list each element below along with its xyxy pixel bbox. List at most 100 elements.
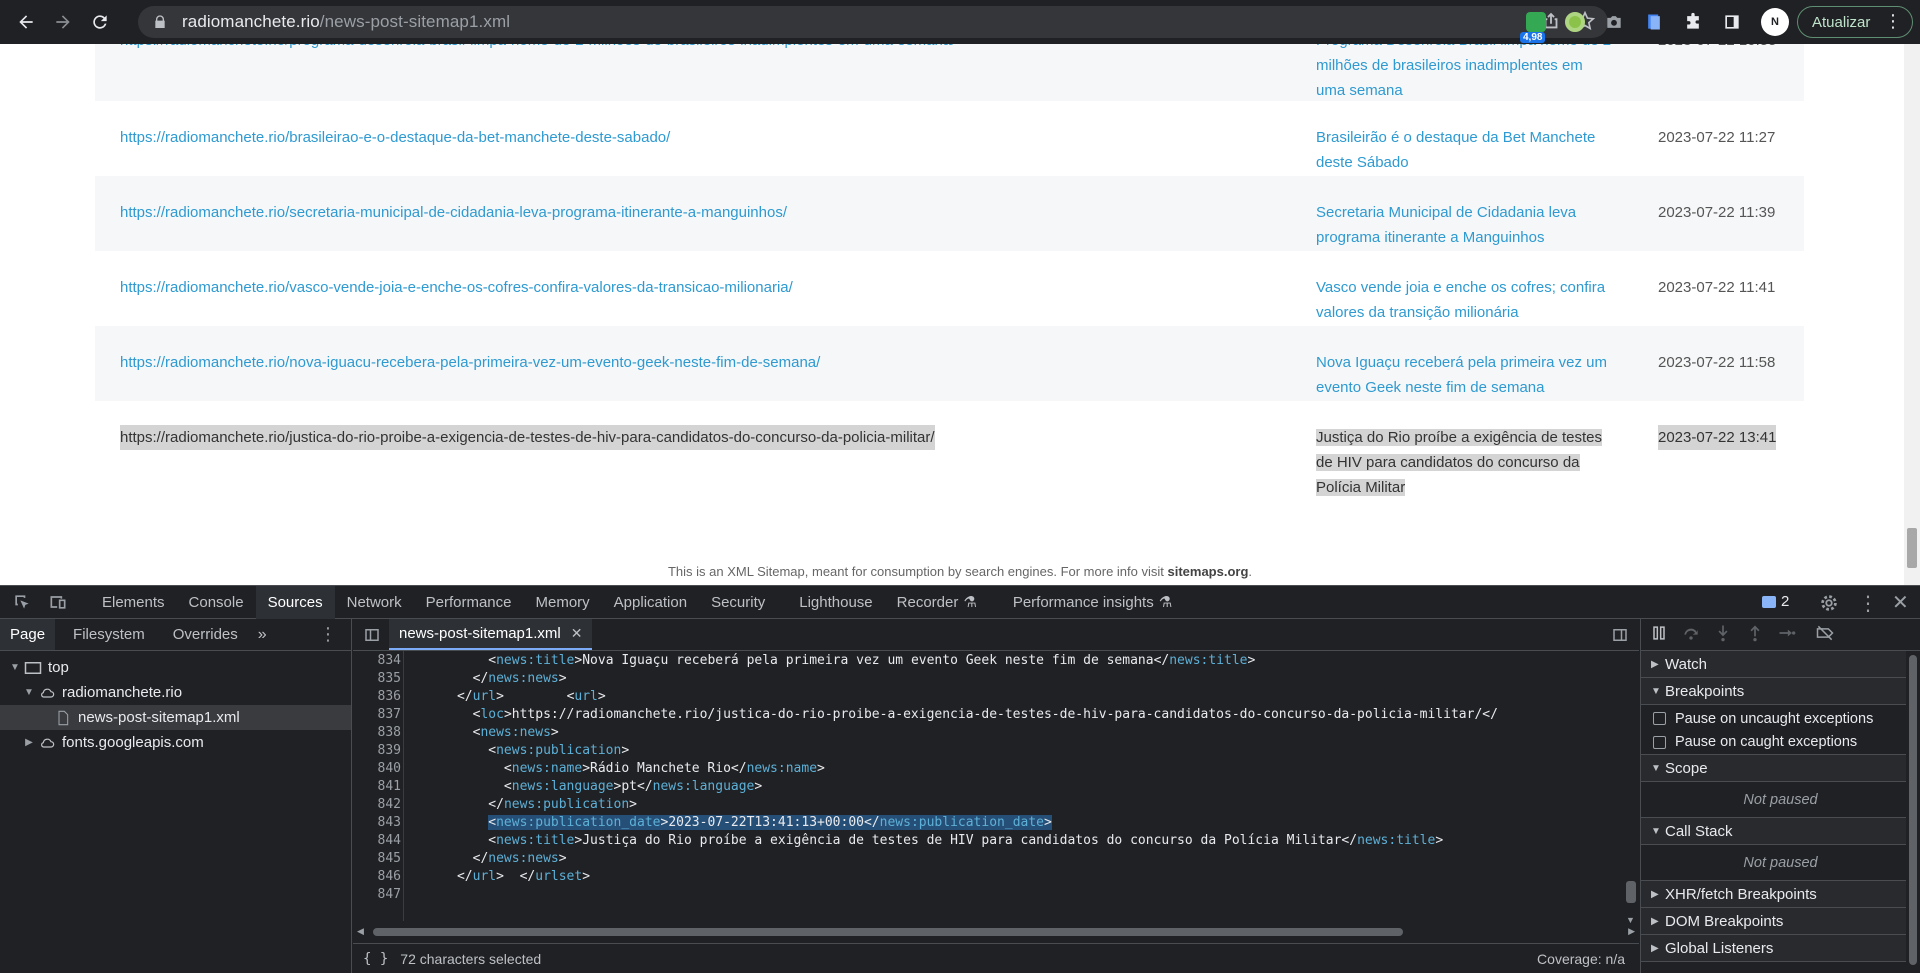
- line-number[interactable]: 845: [353, 850, 401, 868]
- watch-section[interactable]: ▶ Watch: [1641, 651, 1920, 678]
- forward-icon[interactable]: [47, 6, 79, 38]
- sitemap-loc-link[interactable]: https://radiomanchete.rio/secretaria-mun…: [120, 200, 787, 225]
- step-out-icon[interactable]: [1745, 623, 1765, 646]
- line-number[interactable]: 842: [353, 796, 401, 814]
- deactivate-breakpoints-icon[interactable]: [1815, 623, 1835, 646]
- sitemap-title-link[interactable]: Programa Desenrola Brasil limpa nome de …: [1316, 44, 1616, 103]
- scope-section[interactable]: ▼ Scope: [1641, 755, 1920, 782]
- line-number[interactable]: 843: [353, 814, 401, 832]
- tab-security[interactable]: Security: [699, 586, 777, 619]
- profile-avatar[interactable]: N: [1761, 8, 1789, 36]
- checkbox-icon[interactable]: [1653, 712, 1666, 725]
- more-tabs-chevron-icon[interactable]: »: [248, 619, 277, 650]
- pause-caught-checkbox[interactable]: Pause on caught exceptions: [1641, 730, 1920, 755]
- code-line[interactable]: 845 </news:news>: [353, 850, 1623, 868]
- pretty-print-icon[interactable]: { }: [363, 951, 388, 967]
- extension-green-circle-icon[interactable]: [1561, 8, 1589, 36]
- global-listeners-section[interactable]: ▶ Global Listeners: [1641, 935, 1920, 962]
- toggle-debugger-icon[interactable]: [1611, 626, 1629, 647]
- code-line[interactable]: 846 </url> </urlset>: [353, 868, 1623, 886]
- line-number[interactable]: 838: [353, 724, 401, 742]
- sitemap-title-link[interactable]: Nova Iguaçu receberá pela primeira vez u…: [1316, 350, 1616, 400]
- sitemap-title-link[interactable]: Brasileirão é o destaque da Bet Manchete…: [1316, 125, 1616, 175]
- step-over-icon[interactable]: [1681, 623, 1701, 646]
- sitemap-loc-link[interactable]: https://radiomanchete.rio/brasileirao-e-…: [120, 125, 670, 150]
- page-scroll-thumb[interactable]: [1907, 528, 1917, 568]
- dom-breakpoints-section[interactable]: ▶ DOM Breakpoints: [1641, 908, 1920, 935]
- close-devtools-icon[interactable]: ✕: [1892, 590, 1909, 615]
- editor-scroll-thumb[interactable]: [1626, 881, 1636, 903]
- update-browser-button[interactable]: Atualizar ⋮: [1797, 6, 1913, 38]
- editor-vertical-scrollbar[interactable]: ▼: [1623, 651, 1639, 925]
- toggle-navigator-icon[interactable]: [363, 626, 381, 647]
- address-bar[interactable]: radiomanchete.rio/news-post-sitemap1.xml: [138, 6, 1608, 38]
- line-number[interactable]: 847: [353, 886, 401, 904]
- code-line[interactable]: 841 <news:language>pt</news:language>: [353, 778, 1623, 796]
- close-tab-icon[interactable]: ✕: [571, 625, 583, 642]
- lock-icon[interactable]: [152, 14, 170, 30]
- editor-horizontal-scrollbar[interactable]: ◀ ▶: [353, 925, 1639, 939]
- tab-lighthouse[interactable]: Lighthouse: [787, 586, 884, 619]
- line-number[interactable]: 846: [353, 868, 401, 886]
- kebab-menu-icon[interactable]: ⋮: [1884, 12, 1902, 30]
- scroll-down-arrow-icon[interactable]: ▼: [1626, 915, 1635, 925]
- tab-page[interactable]: Page: [0, 619, 56, 650]
- page-scrollbar[interactable]: [1904, 44, 1920, 585]
- issues-badge[interactable]: 2: [1762, 593, 1789, 610]
- tree-item-top[interactable]: ▼ top: [0, 655, 351, 680]
- code-line[interactable]: 835 </news:news>: [353, 670, 1623, 688]
- code-line[interactable]: 842 </news:publication>: [353, 796, 1623, 814]
- line-number[interactable]: 844: [353, 832, 401, 850]
- code-line[interactable]: 838 <news:news>: [353, 724, 1623, 742]
- checkbox-icon[interactable]: [1653, 735, 1666, 749]
- code-line[interactable]: 839 <news:publication>: [353, 742, 1623, 760]
- tab-recorder[interactable]: Recorder ⚗: [885, 586, 989, 619]
- pause-uncaught-checkbox[interactable]: Pause on uncaught exceptions: [1641, 707, 1920, 730]
- code-view[interactable]: 834 <news:title>Nova Iguaçu receberá pel…: [353, 651, 1623, 921]
- open-file-tab[interactable]: news-post-sitemap1.xml ✕: [389, 619, 593, 650]
- expand-arrow-icon[interactable]: ▼: [22, 687, 36, 698]
- code-line[interactable]: 847: [353, 886, 1623, 904]
- tab-network[interactable]: Network: [335, 586, 414, 619]
- tab-sources[interactable]: Sources: [255, 585, 335, 619]
- tab-overrides[interactable]: Overrides: [163, 619, 248, 650]
- sitemaps-link[interactable]: sitemaps.org: [1167, 564, 1248, 579]
- pause-icon[interactable]: [1649, 623, 1669, 646]
- tab-filesystem[interactable]: Filesystem: [63, 619, 155, 650]
- tab-application[interactable]: Application: [602, 586, 699, 619]
- line-number[interactable]: 834: [353, 652, 401, 670]
- devtools-menu-icon[interactable]: ⋮: [1858, 591, 1878, 616]
- code-line[interactable]: 840 <news:name>Rádio Manchete Rio</news:…: [353, 760, 1623, 778]
- device-toolbar-icon[interactable]: [40, 592, 76, 612]
- sitemap-loc-link[interactable]: https://radiomanchete.rio/justica-do-rio…: [120, 425, 935, 450]
- sitemap-loc-link[interactable]: https://radiomanchete.rio/nova-iguacu-re…: [120, 350, 820, 375]
- settings-gear-icon[interactable]: [1818, 592, 1840, 617]
- document-extension-icon[interactable]: [1640, 8, 1668, 36]
- tree-item-domain[interactable]: ▼ radiomanchete.rio: [0, 680, 351, 705]
- extensions-puzzle-icon[interactable]: [1679, 8, 1707, 36]
- back-icon[interactable]: [10, 6, 42, 38]
- line-number[interactable]: 835: [353, 670, 401, 688]
- line-number[interactable]: 836: [353, 688, 401, 706]
- call-stack-section[interactable]: ▼ Call Stack: [1641, 818, 1920, 845]
- step-into-icon[interactable]: [1713, 623, 1733, 646]
- sitemap-loc-link[interactable]: https://radiomanchete.rio/vasco-vende-jo…: [120, 275, 793, 300]
- line-number[interactable]: 837: [353, 706, 401, 724]
- tree-item-fonts-domain[interactable]: ▶ fonts.googleapis.com: [0, 730, 351, 755]
- tree-item-file[interactable]: news-post-sitemap1.xml: [0, 705, 351, 730]
- side-panel-icon[interactable]: [1718, 8, 1746, 36]
- tab-elements[interactable]: Elements: [90, 586, 177, 619]
- sitemap-loc-link[interactable]: https://radiomanchete.rio/programa-desen…: [120, 44, 955, 53]
- reload-icon[interactable]: [84, 6, 116, 38]
- code-line[interactable]: 834 <news:title>Nova Iguaçu receberá pel…: [353, 652, 1623, 670]
- code-line[interactable]: 836 </url> <url>: [353, 688, 1623, 706]
- tab-memory[interactable]: Memory: [524, 586, 602, 619]
- sitemap-title-link[interactable]: Justiça do Rio proíbe a exigência de tes…: [1316, 425, 1616, 500]
- sitemap-title-link[interactable]: Secretaria Municipal de Cidadania leva p…: [1316, 200, 1616, 250]
- debugger-scrollbar[interactable]: [1906, 651, 1920, 973]
- line-number[interactable]: 840: [353, 760, 401, 778]
- scroll-right-arrow-icon[interactable]: ▶: [1628, 926, 1635, 937]
- tab-performance[interactable]: Performance: [414, 586, 524, 619]
- navigator-menu-icon[interactable]: ⋮: [319, 624, 337, 645]
- extension-rating-icon[interactable]: 4,98: [1520, 8, 1550, 43]
